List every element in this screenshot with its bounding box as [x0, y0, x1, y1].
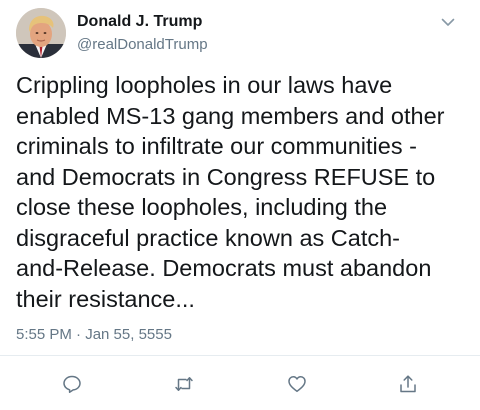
share-button[interactable] — [396, 372, 420, 396]
divider — [0, 355, 480, 356]
like-button[interactable] — [285, 372, 309, 396]
retweet-icon — [175, 377, 193, 391]
reply-button[interactable] — [60, 372, 84, 396]
tweet-timestamp[interactable]: 5:55 PM · Jan 55, 5555 — [16, 326, 172, 343]
author-handle[interactable]: @realDonaldTrump — [77, 36, 208, 53]
retweet-button[interactable] — [172, 372, 196, 396]
heart-icon — [288, 376, 306, 393]
reply-icon — [63, 375, 81, 393]
avatar-image — [16, 8, 66, 58]
share-icon — [400, 375, 416, 393]
tweet-text: Crippling loopholes in our laws have ena… — [16, 72, 445, 312]
author-name[interactable]: Donald J. Trump — [77, 13, 202, 31]
avatar[interactable] — [16, 8, 66, 58]
chevron-down-icon[interactable] — [438, 14, 458, 30]
tweet-card: Donald J. Trump @realDonaldTrump Crippli… — [0, 0, 480, 410]
